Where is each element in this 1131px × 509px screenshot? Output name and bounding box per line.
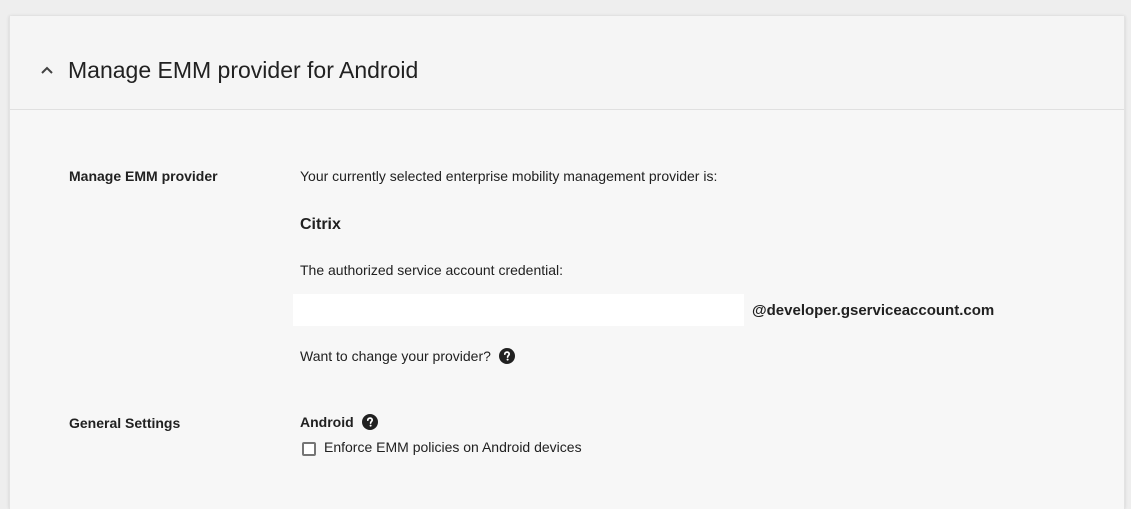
chevron-up-icon[interactable] xyxy=(40,63,54,77)
enforce-emm-checkbox[interactable] xyxy=(302,442,316,456)
change-provider-prompt: Want to change your provider? xyxy=(300,348,491,364)
provider-description: Your currently selected enterprise mobil… xyxy=(300,168,718,184)
help-circle-icon[interactable] xyxy=(361,414,378,430)
credential-domain: @developer.gserviceaccount.com xyxy=(752,302,995,319)
android-subhead-row: Android xyxy=(300,414,378,432)
provider-name: Citrix xyxy=(300,216,341,233)
credential-label: The authorized service account credentia… xyxy=(300,262,564,278)
emm-settings-card: Manage EMM provider for Android Manage E… xyxy=(9,16,1125,509)
section-body: Manage EMM provider Your currently selec… xyxy=(10,110,1124,509)
page-background: Manage EMM provider for Android Manage E… xyxy=(0,0,1131,509)
section-header[interactable]: Manage EMM provider for Android xyxy=(10,16,1124,110)
change-provider-row: Want to change your provider? xyxy=(300,348,515,366)
help-circle-icon[interactable] xyxy=(498,348,515,364)
enforce-emm-checkbox-label[interactable]: Enforce EMM policies on Android devices xyxy=(324,439,582,455)
redacted-credential-field xyxy=(293,294,744,326)
android-subhead: Android xyxy=(300,414,354,430)
manage-emm-provider-label: Manage EMM provider xyxy=(69,168,218,184)
general-settings-label: General Settings xyxy=(69,415,181,431)
enforce-emm-checkbox-row[interactable]: Enforce EMM policies on Android devices xyxy=(302,439,582,457)
section-title: Manage EMM provider for Android xyxy=(68,57,419,83)
